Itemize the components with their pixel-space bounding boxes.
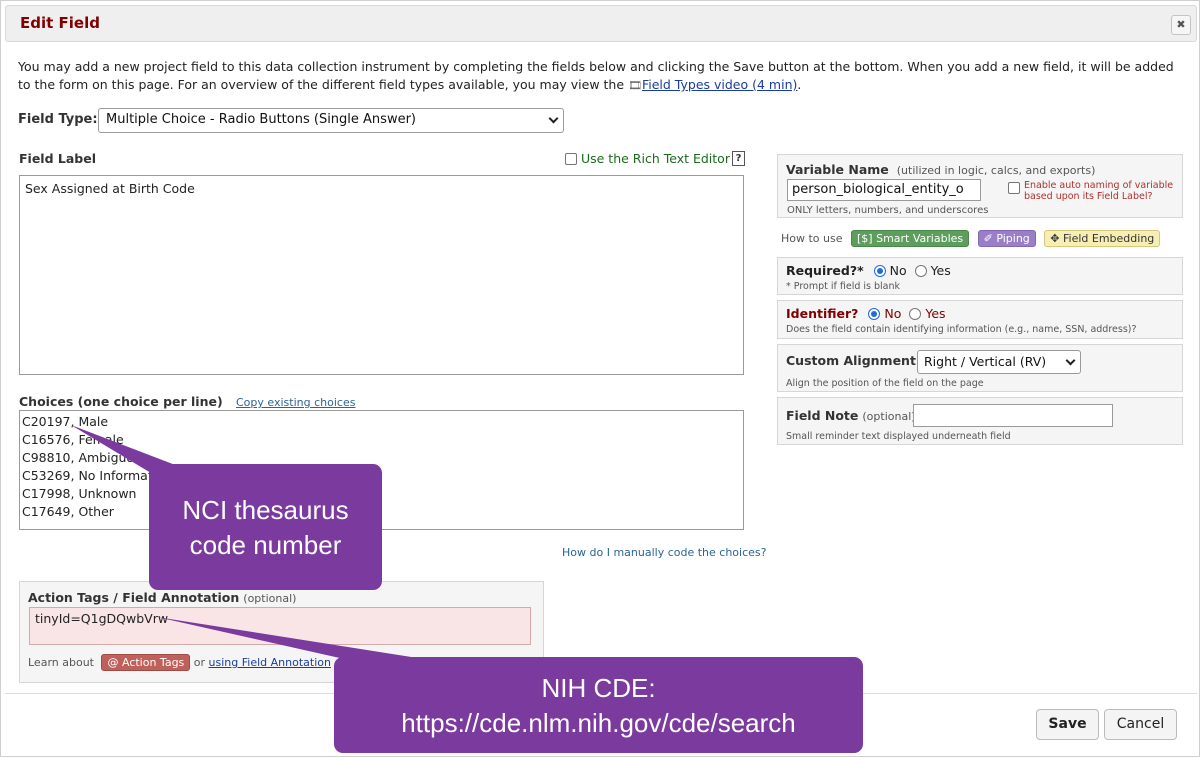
nci-callout-line2: code number <box>189 530 342 560</box>
nih-callout-line1: NIH CDE: <box>541 673 656 703</box>
callout-pointers <box>71 425 437 665</box>
nci-callout-line1: NCI thesaurus <box>182 495 349 525</box>
edit-field-dialog: Edit Field ✖ You may add a new project f… <box>0 0 1200 757</box>
nci-callout: NCI thesaurus code number <box>149 464 382 590</box>
nih-callout: NIH CDE: https://cde.nlm.nih.gov/cde/sea… <box>334 657 863 753</box>
nih-callout-line2: https://cde.nlm.nih.gov/cde/search <box>401 708 796 738</box>
